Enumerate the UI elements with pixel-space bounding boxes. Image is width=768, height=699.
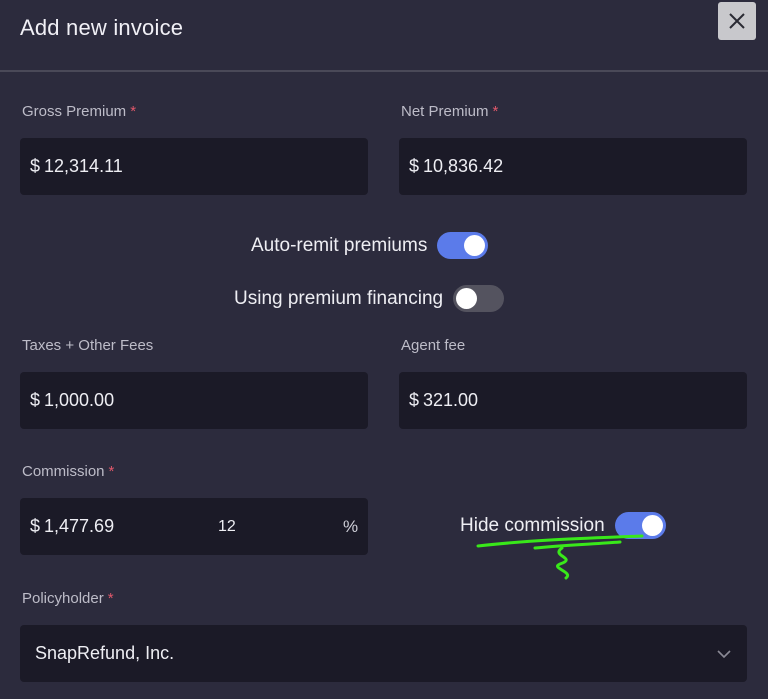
gross-premium-label: Gross Premium * — [22, 103, 136, 120]
net-premium-value: 10,836.42 — [423, 156, 504, 176]
premium-financing-row: Using premium financing — [234, 285, 505, 312]
taxes-fees-label: Taxes + Other Fees — [22, 337, 154, 354]
toggle-knob — [456, 288, 478, 309]
commission-label: Commission * — [22, 463, 114, 480]
commission-label-text: Commission — [22, 463, 105, 480]
commission-percent-input[interactable]: 12 — [218, 518, 236, 536]
commission-input[interactable]: $ 1,477.69 12 % — [20, 498, 368, 555]
toggle-knob — [464, 235, 486, 256]
policyholder-value: SnapRefund, Inc. — [35, 643, 175, 663]
gross-premium-input[interactable]: $ 12,314.11 — [20, 138, 368, 195]
agent-fee-label: Agent fee — [401, 337, 466, 354]
gross-premium-value: 12,314.11 — [44, 156, 123, 176]
auto-remit-row: Auto-remit premiums — [251, 232, 489, 259]
close-button[interactable] — [718, 2, 756, 40]
required-marker: * — [130, 103, 137, 120]
agent-fee-input[interactable]: $ 321.00 — [399, 372, 747, 429]
required-marker: * — [107, 590, 114, 607]
currency-symbol: $ — [409, 156, 420, 176]
chevron-down-icon — [717, 649, 731, 658]
currency-symbol: $ — [409, 390, 420, 410]
required-marker: * — [492, 103, 499, 120]
premium-financing-toggle[interactable] — [453, 285, 505, 312]
policyholder-select[interactable]: SnapRefund, Inc. — [20, 625, 747, 682]
gross-premium-label-text: Gross Premium — [22, 103, 127, 120]
taxes-fees-input[interactable]: $ 1,000.00 — [20, 372, 368, 429]
policyholder-label-text: Policyholder — [22, 590, 104, 607]
net-premium-input[interactable]: $ 10,836.42 — [399, 138, 747, 195]
dialog-header: Add new invoice — [0, 0, 768, 72]
agent-fee-value: 321.00 — [423, 390, 479, 410]
net-premium-label: Net Premium * — [401, 103, 498, 120]
currency-symbol: $ — [30, 156, 41, 176]
required-marker: * — [108, 463, 115, 480]
auto-remit-toggle[interactable] — [437, 232, 489, 259]
currency-symbol: $ — [30, 390, 41, 410]
taxes-fees-value: 1,000.00 — [44, 390, 115, 410]
net-premium-label-text: Net Premium — [401, 103, 489, 120]
policyholder-label: Policyholder * — [22, 590, 114, 607]
commission-value: 1,477.69 — [44, 516, 115, 536]
premium-financing-label: Using premium financing — [234, 287, 444, 309]
currency-symbol: $ — [30, 516, 41, 536]
annotation-scribble-icon — [476, 534, 644, 580]
auto-remit-label: Auto-remit premiums — [251, 234, 428, 256]
percent-sign: % — [343, 516, 359, 536]
close-icon — [729, 13, 745, 29]
dialog-title: Add new invoice — [20, 15, 184, 40]
